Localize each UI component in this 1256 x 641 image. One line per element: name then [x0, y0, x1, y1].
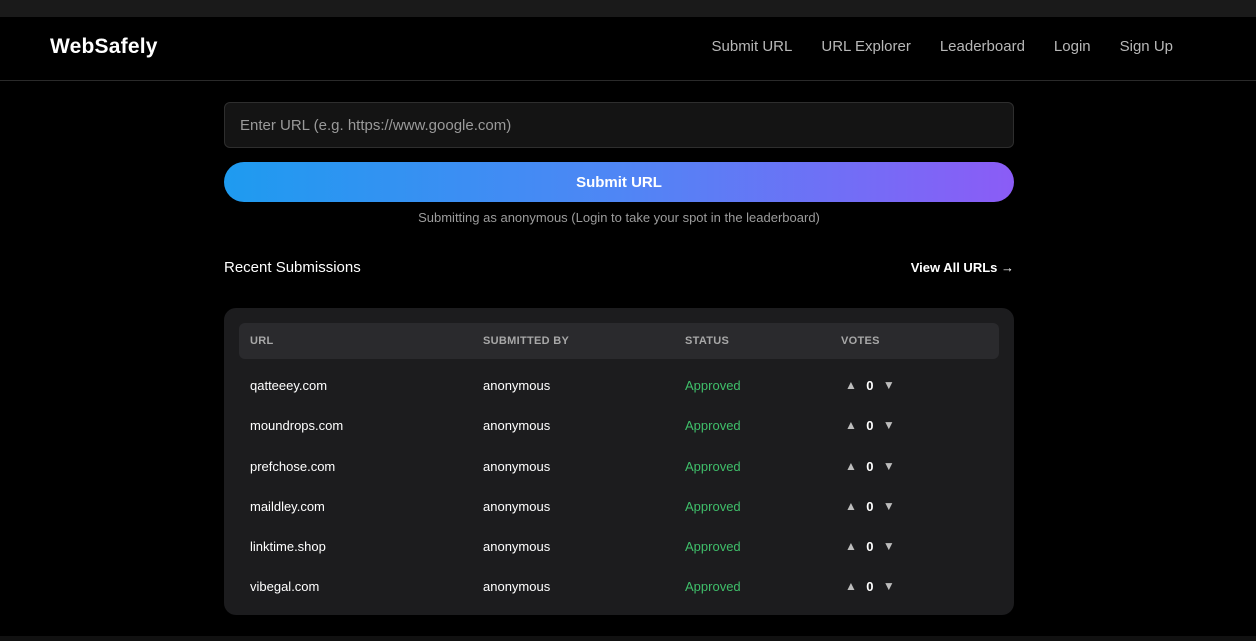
vote-count: 0 [866, 417, 874, 433]
vote-count: 0 [866, 498, 874, 514]
column-url: URL [250, 335, 274, 347]
downvote-icon[interactable]: ▼ [883, 538, 895, 554]
row-submitted-by: anonymous [483, 579, 551, 594]
upvote-icon[interactable]: ▲ [845, 578, 857, 594]
browser-top-strip [0, 0, 1256, 17]
upvote-icon[interactable]: ▲ [845, 458, 857, 474]
row-url[interactable]: moundrops.com [250, 418, 343, 433]
column-status: STATUS [685, 335, 730, 347]
anonymous-note: Submitting as anonymous (Login to take y… [418, 210, 820, 225]
brand-logo[interactable]: WebSafely [50, 35, 158, 59]
row-votes: ▲ 0 ▼ [845, 458, 895, 474]
table-row: linktime.shop anonymous Approved ▲ 0 ▼ [224, 527, 1014, 567]
nav-links: Submit URL URL Explorer Leaderboard Logi… [712, 38, 1174, 55]
nav-submit-url[interactable]: Submit URL [712, 38, 793, 55]
row-submitted-by: anonymous [483, 499, 551, 514]
row-status: Approved [685, 459, 741, 474]
row-submitted-by: anonymous [483, 378, 551, 393]
row-votes: ▲ 0 ▼ [845, 578, 895, 594]
row-status: Approved [685, 418, 741, 433]
row-votes: ▲ 0 ▼ [845, 417, 895, 433]
row-votes: ▲ 0 ▼ [845, 538, 895, 554]
nav-leaderboard[interactable]: Leaderboard [940, 38, 1025, 55]
upvote-icon[interactable]: ▲ [845, 498, 857, 514]
row-submitted-by: anonymous [483, 418, 551, 433]
column-submitted-by: SUBMITTED BY [483, 335, 570, 347]
table-row: prefchose.com anonymous Approved ▲ 0 ▼ [224, 447, 1014, 487]
submit-url-button[interactable]: Submit URL [224, 162, 1014, 202]
row-submitted-by: anonymous [483, 459, 551, 474]
submissions-table: URL SUBMITTED BY STATUS VOTES qatteeey.c… [224, 308, 1014, 615]
table-row: moundrops.com anonymous Approved ▲ 0 ▼ [224, 406, 1014, 446]
row-status: Approved [685, 378, 741, 393]
table-row: maildley.com anonymous Approved ▲ 0 ▼ [224, 487, 1014, 527]
navbar: WebSafely Submit URL URL Explorer Leader… [0, 17, 1256, 81]
row-url[interactable]: linktime.shop [250, 539, 326, 554]
row-votes: ▲ 0 ▼ [845, 498, 895, 514]
downvote-icon[interactable]: ▼ [883, 417, 895, 433]
row-status: Approved [685, 579, 741, 594]
downvote-icon[interactable]: ▼ [883, 498, 895, 514]
row-submitted-by: anonymous [483, 539, 551, 554]
url-input[interactable] [224, 102, 1014, 148]
nav-sign-up[interactable]: Sign Up [1120, 38, 1173, 55]
row-status: Approved [685, 539, 741, 554]
row-url[interactable]: qatteeey.com [250, 378, 327, 393]
column-votes: VOTES [841, 335, 880, 347]
recent-submissions-title: Recent Submissions [224, 259, 361, 276]
table-row: qatteeey.com anonymous Approved ▲ 0 ▼ [224, 366, 1014, 406]
vote-count: 0 [866, 578, 874, 594]
upvote-icon[interactable]: ▲ [845, 538, 857, 554]
downvote-icon[interactable]: ▼ [883, 578, 895, 594]
row-url[interactable]: maildley.com [250, 499, 325, 514]
row-url[interactable]: vibegal.com [250, 579, 319, 594]
table-header: URL SUBMITTED BY STATUS VOTES [239, 323, 999, 359]
upvote-icon[interactable]: ▲ [845, 417, 857, 433]
row-votes: ▲ 0 ▼ [845, 377, 895, 393]
downvote-icon[interactable]: ▼ [883, 458, 895, 474]
downvote-icon[interactable]: ▼ [883, 377, 895, 393]
row-status: Approved [685, 499, 741, 514]
nav-url-explorer[interactable]: URL Explorer [821, 38, 910, 55]
view-all-urls-link[interactable]: View All URLs → [911, 260, 1014, 275]
nav-login[interactable]: Login [1054, 38, 1091, 55]
table-row: vibegal.com anonymous Approved ▲ 0 ▼ [224, 567, 1014, 607]
upvote-icon[interactable]: ▲ [845, 377, 857, 393]
bottom-strip [0, 636, 1256, 641]
vote-count: 0 [866, 538, 874, 554]
row-url[interactable]: prefchose.com [250, 459, 335, 474]
vote-count: 0 [866, 377, 874, 393]
vote-count: 0 [866, 458, 874, 474]
